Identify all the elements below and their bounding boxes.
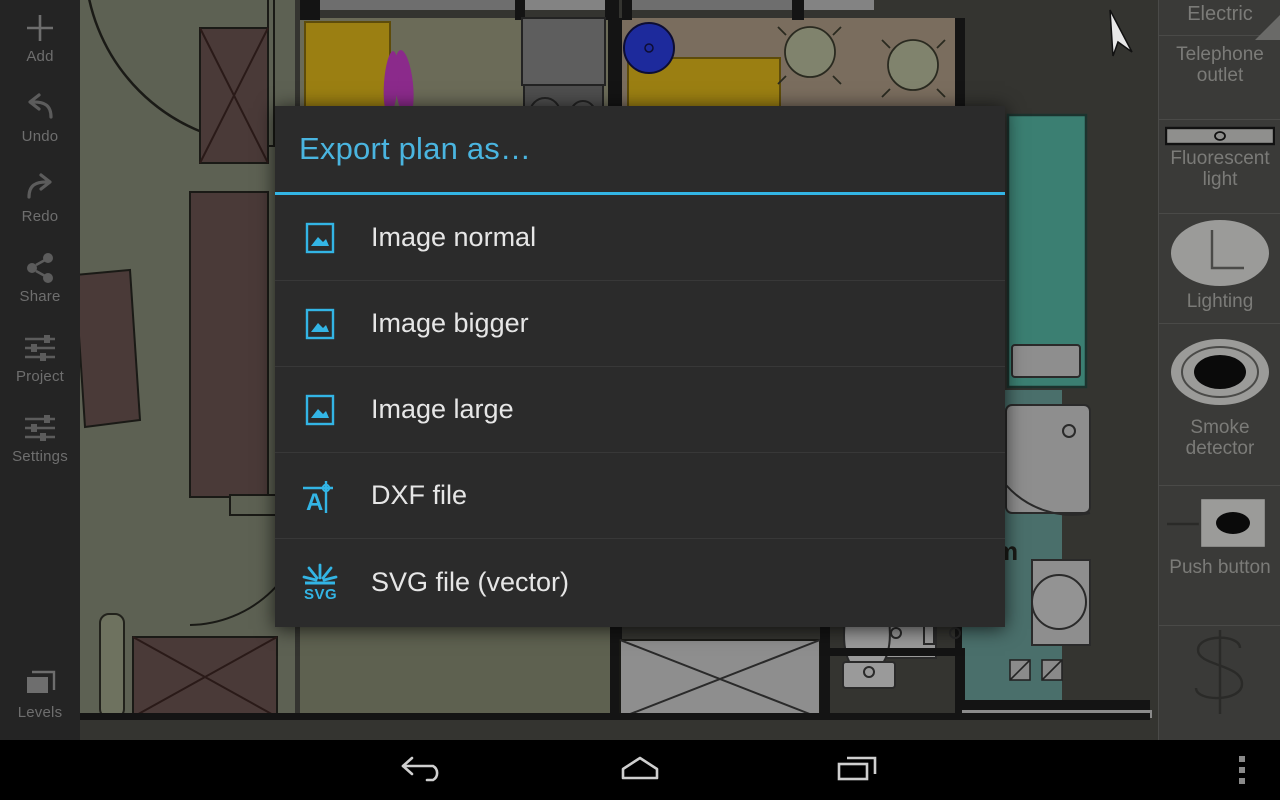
palette-item-label: Telephone outlet [1176, 44, 1264, 87]
recents-icon [833, 752, 881, 789]
recents-button[interactable] [807, 740, 907, 800]
tool-label-settings: Settings [12, 448, 68, 465]
export-option-dxf-file[interactable]: A DXF file [275, 453, 1005, 539]
svg-text:A: A [306, 489, 323, 515]
overflow-menu-icon [1239, 756, 1245, 784]
tool-share[interactable]: Share [0, 250, 80, 305]
palette-item-telephone-outlet[interactable]: Telephone outlet [1159, 36, 1280, 120]
home-button[interactable] [590, 740, 690, 800]
left-toolbar: Add Undo Redo Share Project Settings Lev… [0, 0, 80, 740]
push-button-symbol [1159, 486, 1280, 558]
tool-redo[interactable]: Redo [0, 170, 80, 225]
export-option-svg-file[interactable]: SVG SVG file (vector) [275, 539, 1005, 625]
redo-arrow-icon [20, 170, 60, 206]
palette-item-push-button[interactable]: Push button [1159, 486, 1280, 626]
dxf-file-icon: A [299, 475, 341, 517]
overflow-menu-button[interactable] [1212, 740, 1272, 800]
sliders-icon [20, 330, 60, 366]
dialog-header: Export plan as… [275, 106, 1005, 192]
tool-label-undo: Undo [21, 128, 59, 145]
tool-project[interactable]: Project [0, 330, 80, 385]
palette-item-dollar[interactable] [1159, 626, 1280, 734]
sliders-icon [20, 410, 60, 446]
undo-arrow-icon [20, 90, 60, 126]
image-icon [299, 303, 341, 345]
tool-label-share: Share [19, 288, 61, 305]
home-icon [616, 752, 664, 789]
export-option-label: Image bigger [371, 308, 529, 338]
export-option-label: SVG file (vector) [371, 566, 570, 597]
lighting-symbol [1159, 214, 1280, 292]
dialog-title: Export plan as… [299, 131, 532, 166]
tool-settings[interactable]: Settings [0, 410, 80, 465]
tool-label-levels: Levels [17, 704, 63, 721]
tool-label-add: Add [26, 48, 54, 65]
palette-item-label: Fluorescent light [1170, 148, 1270, 191]
palette-item-label: Push button [1169, 557, 1271, 578]
dollar-sign-symbol [1159, 626, 1280, 722]
export-option-label: Image large [371, 394, 514, 424]
share-nodes-icon [20, 250, 60, 286]
back-icon [399, 752, 447, 789]
tool-label-project: Project [15, 368, 65, 385]
tool-label-redo: Redo [21, 208, 59, 225]
palette-item-label: Smoke detector [1185, 417, 1255, 460]
tool-undo[interactable]: Undo [0, 90, 80, 145]
back-button[interactable] [373, 740, 473, 800]
right-palette: Electric Telephone outlet Fluorescent li… [1158, 0, 1280, 740]
system-navigation-bar [0, 740, 1280, 800]
image-icon [299, 217, 341, 259]
export-option-label: DXF file [371, 480, 468, 510]
tool-levels[interactable]: Levels [0, 666, 80, 721]
palette-category-electric[interactable]: Electric [1159, 0, 1280, 40]
svg-file-icon: SVG [299, 561, 341, 603]
export-option-image-large[interactable]: Image large [275, 367, 1005, 453]
palette-item-fluorescent-light[interactable]: Fluorescent light [1159, 120, 1280, 214]
export-option-label: Image normal [371, 222, 537, 252]
export-option-image-bigger[interactable]: Image bigger [275, 281, 1005, 367]
layers-stack-icon [20, 666, 60, 702]
palette-item-lighting[interactable]: Lighting [1159, 214, 1280, 324]
palette-item-label: Lighting [1186, 291, 1254, 312]
screen: m Add Undo Redo Share Project Settings L… [0, 0, 1280, 800]
export-option-image-normal[interactable]: Image normal [275, 195, 1005, 281]
tool-add[interactable]: Add [0, 10, 80, 65]
palette-item-smoke-detector[interactable]: Smoke detector [1159, 324, 1280, 486]
plus-icon [20, 10, 60, 46]
fluorescent-light-symbol [1159, 120, 1280, 146]
image-icon [299, 389, 341, 431]
export-plan-dialog[interactable]: Export plan as… Image normal Image bigge… [275, 106, 1005, 627]
svg-text:SVG: SVG [304, 586, 337, 602]
smoke-detector-symbol [1159, 324, 1280, 420]
